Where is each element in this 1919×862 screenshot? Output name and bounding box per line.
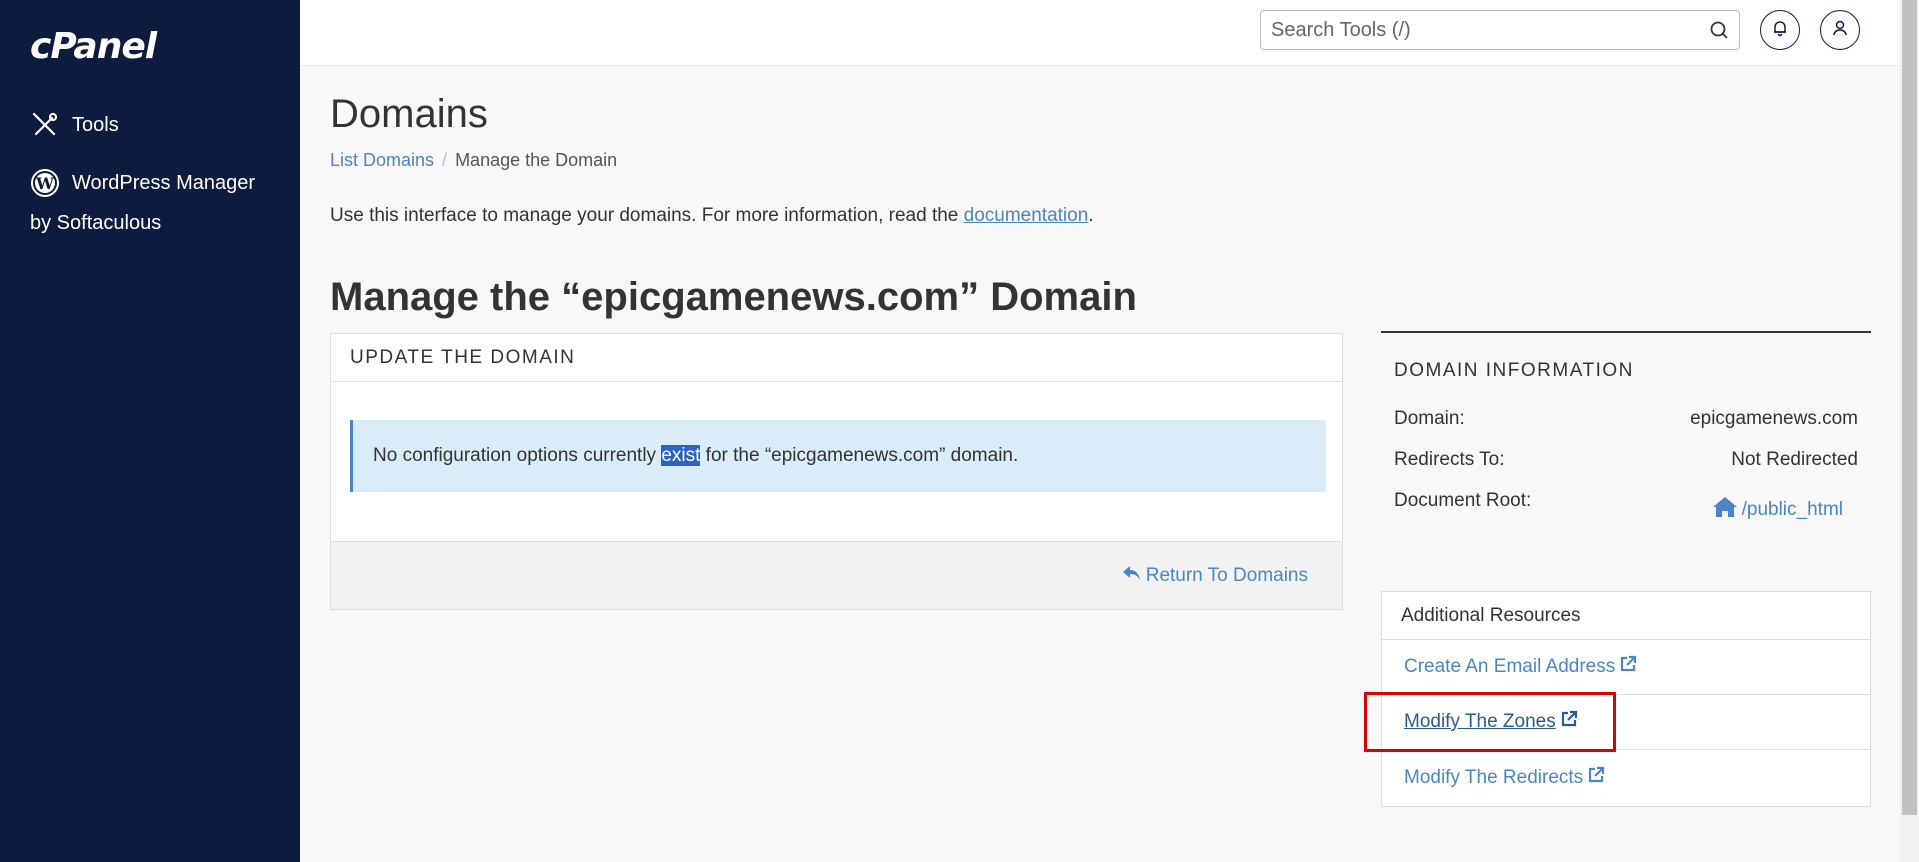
notifications-button[interactable] bbox=[1760, 10, 1800, 50]
tools-icon bbox=[30, 110, 60, 140]
info-row-document-root: Document Root: /public_html bbox=[1394, 490, 1858, 524]
intro-text: Use this interface to manage your domain… bbox=[330, 205, 1094, 227]
breadcrumb-separator: / bbox=[442, 150, 448, 170]
update-domain-heading: UPDATE THE DOMAIN bbox=[331, 334, 1342, 382]
sidebar-item-sublabel[interactable]: by Softaculous bbox=[30, 212, 161, 235]
additional-resources-heading: Additional Resources bbox=[1382, 592, 1870, 640]
resource-item: Modify The Redirects bbox=[1382, 750, 1870, 805]
external-link-icon bbox=[1556, 710, 1578, 734]
create-email-address-link[interactable]: Create An Email Address bbox=[1404, 655, 1637, 679]
info-row-domain: Domain: epicgamenews.com bbox=[1394, 408, 1858, 430]
domain-information: DOMAIN INFORMATION Domain: epicgamenews.… bbox=[1381, 331, 1871, 520]
search-input[interactable] bbox=[1261, 12, 1681, 48]
alert-text-after: for the “epicgamenews.com” domain. bbox=[700, 445, 1019, 466]
update-domain-panel: UPDATE THE DOMAIN No configuration optio… bbox=[330, 333, 1343, 610]
breadcrumb-current: Manage the Domain bbox=[455, 150, 618, 170]
breadcrumb-list-domains[interactable]: List Domains bbox=[330, 150, 434, 170]
return-to-domains-label: Return To Domains bbox=[1145, 564, 1308, 586]
documentation-link[interactable]: documentation bbox=[964, 205, 1089, 226]
sidebar: cPanel Tools W WordPress Manager by Soft… bbox=[0, 0, 300, 862]
alert-text: No configuration options currently exist… bbox=[373, 445, 1018, 467]
additional-resources: Additional Resources Create An Email Add… bbox=[1381, 591, 1871, 807]
sidebar-item-label: WordPress Manager bbox=[72, 171, 256, 194]
user-menu-button[interactable] bbox=[1820, 10, 1860, 50]
return-to-domains-link[interactable]: Return To Domains bbox=[1122, 564, 1308, 588]
search-icon[interactable] bbox=[1709, 20, 1729, 45]
info-alert: No configuration options currently exist… bbox=[350, 420, 1326, 492]
sidebar-item-tools[interactable]: Tools bbox=[30, 110, 119, 140]
alert-text-before: No configuration options currently bbox=[373, 445, 662, 466]
intro-text-end: . bbox=[1088, 205, 1094, 226]
domain-information-heading: DOMAIN INFORMATION bbox=[1394, 360, 1634, 381]
section-title: Manage the “epicgamenews.com” Domain bbox=[330, 275, 1137, 319]
info-label: Redirects To: bbox=[1394, 449, 1505, 470]
info-label: Document Root: bbox=[1394, 490, 1532, 511]
intro-text-body: Use this interface to manage your domain… bbox=[330, 205, 964, 226]
resource-link-label: Modify The Zones bbox=[1404, 711, 1556, 732]
home-icon bbox=[1712, 496, 1742, 524]
resource-link-label: Create An Email Address bbox=[1404, 656, 1616, 677]
user-icon bbox=[1831, 19, 1849, 42]
scrollbar-thumb[interactable] bbox=[1902, 0, 1917, 815]
sidebar-item-wordpress-manager[interactable]: W WordPress Manager bbox=[30, 168, 255, 198]
reply-arrow-icon bbox=[1122, 564, 1146, 588]
sidebar-item-label: Tools bbox=[72, 113, 119, 136]
svg-text:W: W bbox=[35, 174, 55, 193]
page-title: Domains bbox=[330, 92, 488, 136]
document-root-link[interactable]: /public_html bbox=[1712, 496, 1843, 524]
bell-icon bbox=[1771, 19, 1789, 42]
info-label: Domain: bbox=[1394, 408, 1465, 429]
wordpress-icon: W bbox=[30, 168, 60, 198]
external-link-icon bbox=[1615, 655, 1637, 679]
info-value: Not Redirected bbox=[1731, 449, 1858, 470]
panel-footer: Return To Domains bbox=[331, 541, 1342, 609]
info-row-redirects: Redirects To: Not Redirected bbox=[1394, 449, 1858, 471]
resource-item: Modify The Zones bbox=[1382, 695, 1870, 750]
cpanel-logo[interactable]: cPanel bbox=[30, 26, 157, 67]
top-bar bbox=[300, 0, 1900, 66]
breadcrumb: List Domains / Manage the Domain bbox=[330, 150, 617, 171]
search-box bbox=[1260, 10, 1740, 50]
selected-text: exist bbox=[661, 445, 701, 466]
modify-the-zones-link[interactable]: Modify The Zones bbox=[1404, 710, 1578, 734]
info-value: epicgamenews.com bbox=[1690, 408, 1858, 429]
modify-the-redirects-link[interactable]: Modify The Redirects bbox=[1404, 766, 1605, 790]
resource-link-label: Modify The Redirects bbox=[1404, 766, 1584, 788]
resource-item: Create An Email Address bbox=[1382, 640, 1870, 695]
document-root-path: /public_html bbox=[1741, 499, 1843, 520]
external-link-icon bbox=[1583, 766, 1605, 790]
